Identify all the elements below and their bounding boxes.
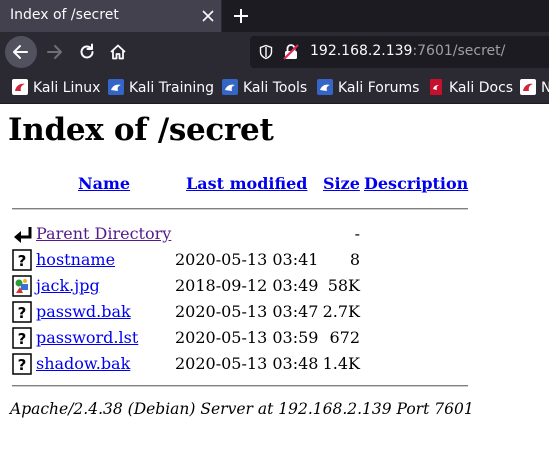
forward-button[interactable] bbox=[38, 36, 70, 68]
reload-icon bbox=[80, 43, 94, 59]
bookmark-label: Kali Forums bbox=[338, 80, 420, 96]
file-size: 2.7K bbox=[322, 302, 360, 321]
column-header-description[interactable]: Description bbox=[364, 174, 468, 193]
file-modified: 2020-05-13 03:47 bbox=[175, 302, 319, 321]
new-tab-icon[interactable] bbox=[230, 5, 252, 27]
back-arrow-icon bbox=[14, 227, 32, 243]
kali-dragon-icon bbox=[12, 79, 28, 95]
address-bar[interactable]: 192.168.2.139:7601/secret/ bbox=[250, 36, 549, 68]
bookmark-kali-forums[interactable]: Kali Forums bbox=[317, 79, 419, 97]
file-size: - bbox=[354, 224, 360, 243]
file-size: 8 bbox=[349, 250, 360, 269]
divider bbox=[12, 208, 468, 210]
svg-text:?: ? bbox=[18, 304, 27, 322]
kali-docs-icon bbox=[430, 79, 442, 95]
page-title: Index of /secret bbox=[8, 112, 274, 148]
home-button[interactable] bbox=[102, 36, 134, 68]
reload-button[interactable] bbox=[71, 36, 103, 68]
divider bbox=[12, 385, 468, 387]
arrow-left-icon bbox=[13, 45, 28, 59]
file-size: 1.4K bbox=[322, 354, 360, 373]
file-modified: 2020-05-13 03:48 bbox=[175, 354, 319, 373]
kali-tools-icon bbox=[222, 79, 238, 95]
svg-text:?: ? bbox=[18, 252, 27, 270]
file-modified: 2018-09-12 03:49 bbox=[175, 276, 319, 295]
bookmark-kali-tools[interactable]: Kali Tools bbox=[222, 79, 307, 97]
tab-index-of-secret[interactable]: Index of /secret bbox=[0, 0, 222, 32]
unknown-file-icon: ? bbox=[12, 249, 32, 271]
table-row: ? shadow.bak 2020-05-13 03:48 1.4K bbox=[0, 351, 549, 377]
tab-strip: Index of /secret bbox=[0, 0, 549, 32]
file-modified: 2020-05-13 03:41 bbox=[175, 250, 319, 269]
file-link[interactable]: jack.jpg bbox=[36, 276, 100, 295]
bookmark-label: Kali Training bbox=[129, 80, 214, 96]
column-header-last-modified[interactable]: Last modified bbox=[186, 174, 307, 193]
svg-text:?: ? bbox=[18, 330, 27, 348]
server-signature: Apache/2.4.38 (Debian) Server at 192.168… bbox=[10, 400, 474, 418]
image-file-icon bbox=[12, 275, 32, 297]
table-row: ? hostname 2020-05-13 03:41 8 bbox=[0, 247, 549, 273]
unknown-file-icon: ? bbox=[12, 353, 32, 375]
bookmark-kali-docs[interactable]: Kali Docs bbox=[428, 79, 513, 97]
bookmark-label: N bbox=[541, 80, 549, 96]
bookmark-kali-nethunter[interactable]: N bbox=[520, 79, 549, 97]
bookmark-kali-training[interactable]: Kali Training bbox=[108, 79, 214, 97]
arrow-right-icon bbox=[47, 45, 62, 59]
file-size: 672 bbox=[329, 328, 360, 347]
file-link[interactable]: hostname bbox=[36, 250, 115, 269]
kali-forums-icon bbox=[317, 79, 333, 95]
svg-text:?: ? bbox=[18, 356, 27, 374]
bookmark-label: Kali Docs bbox=[449, 80, 514, 96]
back-button[interactable] bbox=[5, 36, 37, 68]
tracking-protection-shield-icon[interactable] bbox=[258, 44, 274, 60]
insecure-lock-icon[interactable] bbox=[282, 43, 300, 61]
file-size: 58K bbox=[327, 276, 360, 295]
close-tab-icon[interactable] bbox=[198, 6, 218, 26]
bookmark-kali-linux[interactable]: Kali Linux bbox=[12, 79, 100, 97]
column-header-size[interactable]: Size bbox=[323, 174, 360, 193]
column-header-name[interactable]: Name bbox=[78, 174, 130, 193]
url-text[interactable]: 192.168.2.139:7601/secret/ bbox=[310, 43, 505, 59]
file-modified: 2020-05-13 03:59 bbox=[175, 328, 319, 347]
bookmark-label: Kali Linux bbox=[33, 80, 101, 96]
file-link[interactable]: passwd.bak bbox=[36, 302, 131, 321]
home-icon bbox=[110, 44, 126, 60]
url-path: :7601/secret/ bbox=[412, 43, 506, 59]
file-link[interactable]: shadow.bak bbox=[36, 354, 130, 373]
unknown-file-icon: ? bbox=[12, 327, 32, 349]
bookmark-label: Kali Tools bbox=[243, 80, 308, 96]
page-content: Index of /secret Name Last modified Size… bbox=[0, 104, 549, 467]
tab-title: Index of /secret bbox=[10, 7, 119, 23]
kali-nethunter-icon bbox=[520, 79, 536, 95]
unknown-file-icon: ? bbox=[12, 301, 32, 323]
file-link[interactable]: password.lst bbox=[36, 328, 138, 347]
table-row: ? passwd.bak 2020-05-13 03:47 2.7K bbox=[0, 299, 549, 325]
kali-training-icon bbox=[108, 79, 124, 95]
table-row-parent: Parent Directory - bbox=[0, 221, 549, 247]
navigation-toolbar: 192.168.2.139:7601/secret/ bbox=[0, 32, 549, 72]
bookmarks-toolbar: Kali Linux Kali Training Kali Tools Kali… bbox=[0, 72, 549, 104]
table-row: ? password.lst 2020-05-13 03:59 672 bbox=[0, 325, 549, 351]
parent-directory-link[interactable]: Parent Directory bbox=[36, 224, 171, 243]
url-host: 192.168.2.139 bbox=[310, 43, 413, 59]
table-row: jack.jpg 2018-09-12 03:49 58K bbox=[0, 273, 549, 299]
